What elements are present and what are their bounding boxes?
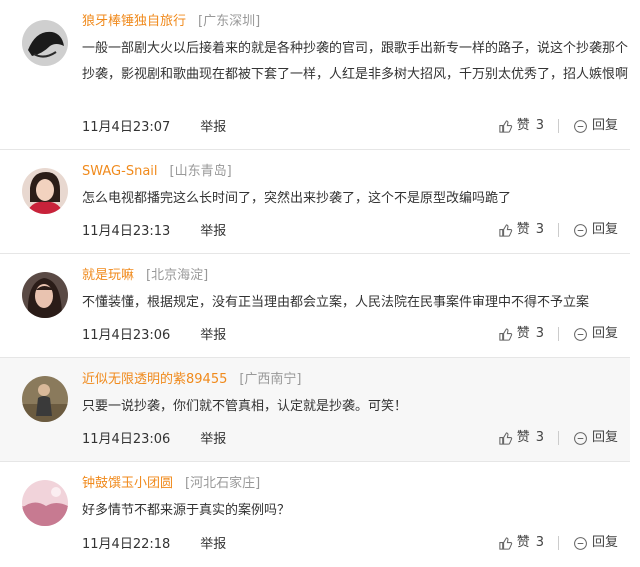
- comment-text: 只要一说抄袭，你们就不管真相，认定就是抄袭。可笑！: [82, 399, 408, 414]
- like-count: 3: [535, 118, 544, 133]
- report-button[interactable]: 举报: [200, 120, 226, 135]
- divider: [557, 327, 559, 341]
- comment-header: 近似无限透明的紫89455 [广西南宁]: [82, 370, 302, 390]
- avatar[interactable]: [22, 168, 68, 214]
- comment-meta: 11月4日23:06 举报: [82, 327, 226, 345]
- comment-time: 11月4日23:06: [82, 432, 171, 447]
- report-button[interactable]: 举报: [200, 328, 226, 343]
- reply-label: 回复: [591, 430, 618, 445]
- comment-actions: 赞3 回复: [498, 429, 618, 447]
- username-link[interactable]: SWAG-Snail: [82, 164, 158, 179]
- comment-item: 就是玩嘛 [北京海淀] 不懂装懂，根据规定，没有正当理由都会立案，人民法院在民事案…: [0, 254, 630, 358]
- reply-label: 回复: [591, 535, 618, 550]
- divider: [557, 223, 559, 237]
- comment-actions: 赞3 回复: [498, 221, 618, 239]
- reply-bubble-icon: [574, 223, 587, 237]
- avatar[interactable]: [22, 376, 68, 422]
- reply-bubble-icon: [574, 119, 587, 133]
- divider: [557, 431, 559, 445]
- avatar-girl-red-icon: [22, 168, 68, 214]
- username-link[interactable]: 钟鼓馔玉小团圆: [82, 476, 173, 491]
- avatar-dark-silhouette-icon: [22, 20, 68, 66]
- like-label: 赞: [516, 326, 530, 341]
- like-label: 赞: [516, 222, 530, 237]
- user-location: [广西南宁]: [239, 372, 302, 387]
- user-location: [广东深圳]: [198, 14, 261, 29]
- comment-item: 钟鼓馔玉小团圆 [河北石家庄] 好多情节不都来源于真实的案例吗？ 11月4日22:…: [0, 462, 630, 566]
- comment-actions: 赞3 回复: [498, 325, 618, 343]
- comment-meta: 11月4日23:07 举报: [82, 119, 226, 137]
- reply-bubble-icon: [574, 536, 587, 550]
- comment-text: 好多情节不都来源于真实的案例吗？: [82, 503, 291, 518]
- like-count: 3: [535, 222, 544, 237]
- comment-time: 11月4日23:07: [82, 120, 171, 135]
- reply-button[interactable]: 回复: [573, 325, 618, 343]
- user-location: [山东青岛]: [169, 164, 232, 179]
- thumbs-up-icon: [499, 536, 512, 550]
- reply-button[interactable]: 回复: [573, 534, 618, 552]
- report-button[interactable]: 举报: [200, 224, 226, 239]
- like-button[interactable]: 赞3: [498, 221, 544, 239]
- reply-button[interactable]: 回复: [573, 117, 618, 135]
- user-location: [北京海淀]: [146, 268, 209, 283]
- divider: [557, 119, 559, 133]
- report-button[interactable]: 举报: [200, 432, 226, 447]
- comment-time: 11月4日23:06: [82, 328, 171, 343]
- comment-item: SWAG-Snail [山东青岛] 怎么电视都播完这么长时间了，突然出来抄袭了，这…: [0, 150, 630, 254]
- comment-header: 狼牙棒锤独自旅行 [广东深圳]: [82, 12, 260, 32]
- avatar[interactable]: [22, 272, 68, 318]
- like-button[interactable]: 赞3: [498, 534, 544, 552]
- thumbs-up-icon: [499, 119, 512, 133]
- avatar[interactable]: [22, 480, 68, 526]
- like-count: 3: [535, 326, 544, 341]
- comment-meta: 11月4日22:18 举报: [82, 536, 226, 554]
- comment-meta: 11月4日23:13 举报: [82, 223, 226, 241]
- avatar-pink-landscape-icon: [22, 480, 68, 526]
- report-button[interactable]: 举报: [200, 537, 226, 552]
- reply-bubble-icon: [574, 431, 587, 445]
- comment-time: 11月4日22:18: [82, 537, 171, 552]
- comment-actions: 赞3 回复: [498, 534, 618, 552]
- like-count: 3: [535, 535, 544, 550]
- reply-label: 回复: [591, 118, 618, 133]
- divider: [557, 536, 559, 550]
- comment-item: 狼牙棒锤独自旅行 [广东深圳] 一般一部剧大火以后接着来的就是各种抄袭的官司，跟歌…: [0, 0, 630, 150]
- reply-button[interactable]: 回复: [573, 221, 618, 239]
- user-location: [河北石家庄]: [185, 476, 261, 491]
- comment-header: 钟鼓馔玉小团圆 [河北石家庄]: [82, 474, 260, 494]
- avatar-girl-dark-icon: [22, 272, 68, 318]
- reply-button[interactable]: 回复: [573, 429, 618, 447]
- comment-text: 怎么电视都播完这么长时间了，突然出来抄袭了，这个不是原型改编吗跪了: [82, 191, 512, 206]
- comment-meta: 11月4日23:06 举报: [82, 431, 226, 449]
- thumbs-up-icon: [499, 327, 512, 341]
- avatar[interactable]: [22, 20, 68, 66]
- username-link[interactable]: 近似无限透明的紫89455: [82, 372, 227, 387]
- comment-item: 近似无限透明的紫89455 [广西南宁] 只要一说抄袭，你们就不管真相，认定就是抄…: [0, 358, 630, 462]
- reply-label: 回复: [591, 222, 618, 237]
- comment-list: 狼牙棒锤独自旅行 [广东深圳] 一般一部剧大火以后接着来的就是各种抄袭的官司，跟歌…: [0, 0, 630, 566]
- like-count: 3: [535, 430, 544, 445]
- like-button[interactable]: 赞3: [498, 117, 544, 135]
- username-link[interactable]: 就是玩嘛: [82, 268, 134, 283]
- username-link[interactable]: 狼牙棒锤独自旅行: [82, 14, 186, 29]
- comment-actions: 赞3 回复: [498, 117, 618, 135]
- like-label: 赞: [516, 430, 530, 445]
- comment-time: 11月4日23:13: [82, 224, 171, 239]
- reply-label: 回复: [591, 326, 618, 341]
- like-button[interactable]: 赞3: [498, 325, 544, 343]
- comment-text: 不懂装懂，根据规定，没有正当理由都会立案，人民法院在民事案件审理中不得不予立案: [82, 295, 590, 310]
- like-label: 赞: [516, 535, 530, 550]
- avatar-man-sitting-icon: [22, 376, 68, 422]
- like-label: 赞: [516, 118, 530, 133]
- comment-text: 一般一部剧大火以后接着来的就是各种抄袭的官司，跟歌手出新专一样的路子，说这个抄袭…: [82, 41, 629, 82]
- comment-header: 就是玩嘛 [北京海淀]: [82, 266, 208, 286]
- like-button[interactable]: 赞3: [498, 429, 544, 447]
- thumbs-up-icon: [499, 431, 512, 445]
- comment-header: SWAG-Snail [山东青岛]: [82, 162, 232, 182]
- thumbs-up-icon: [499, 223, 512, 237]
- reply-bubble-icon: [574, 327, 587, 341]
